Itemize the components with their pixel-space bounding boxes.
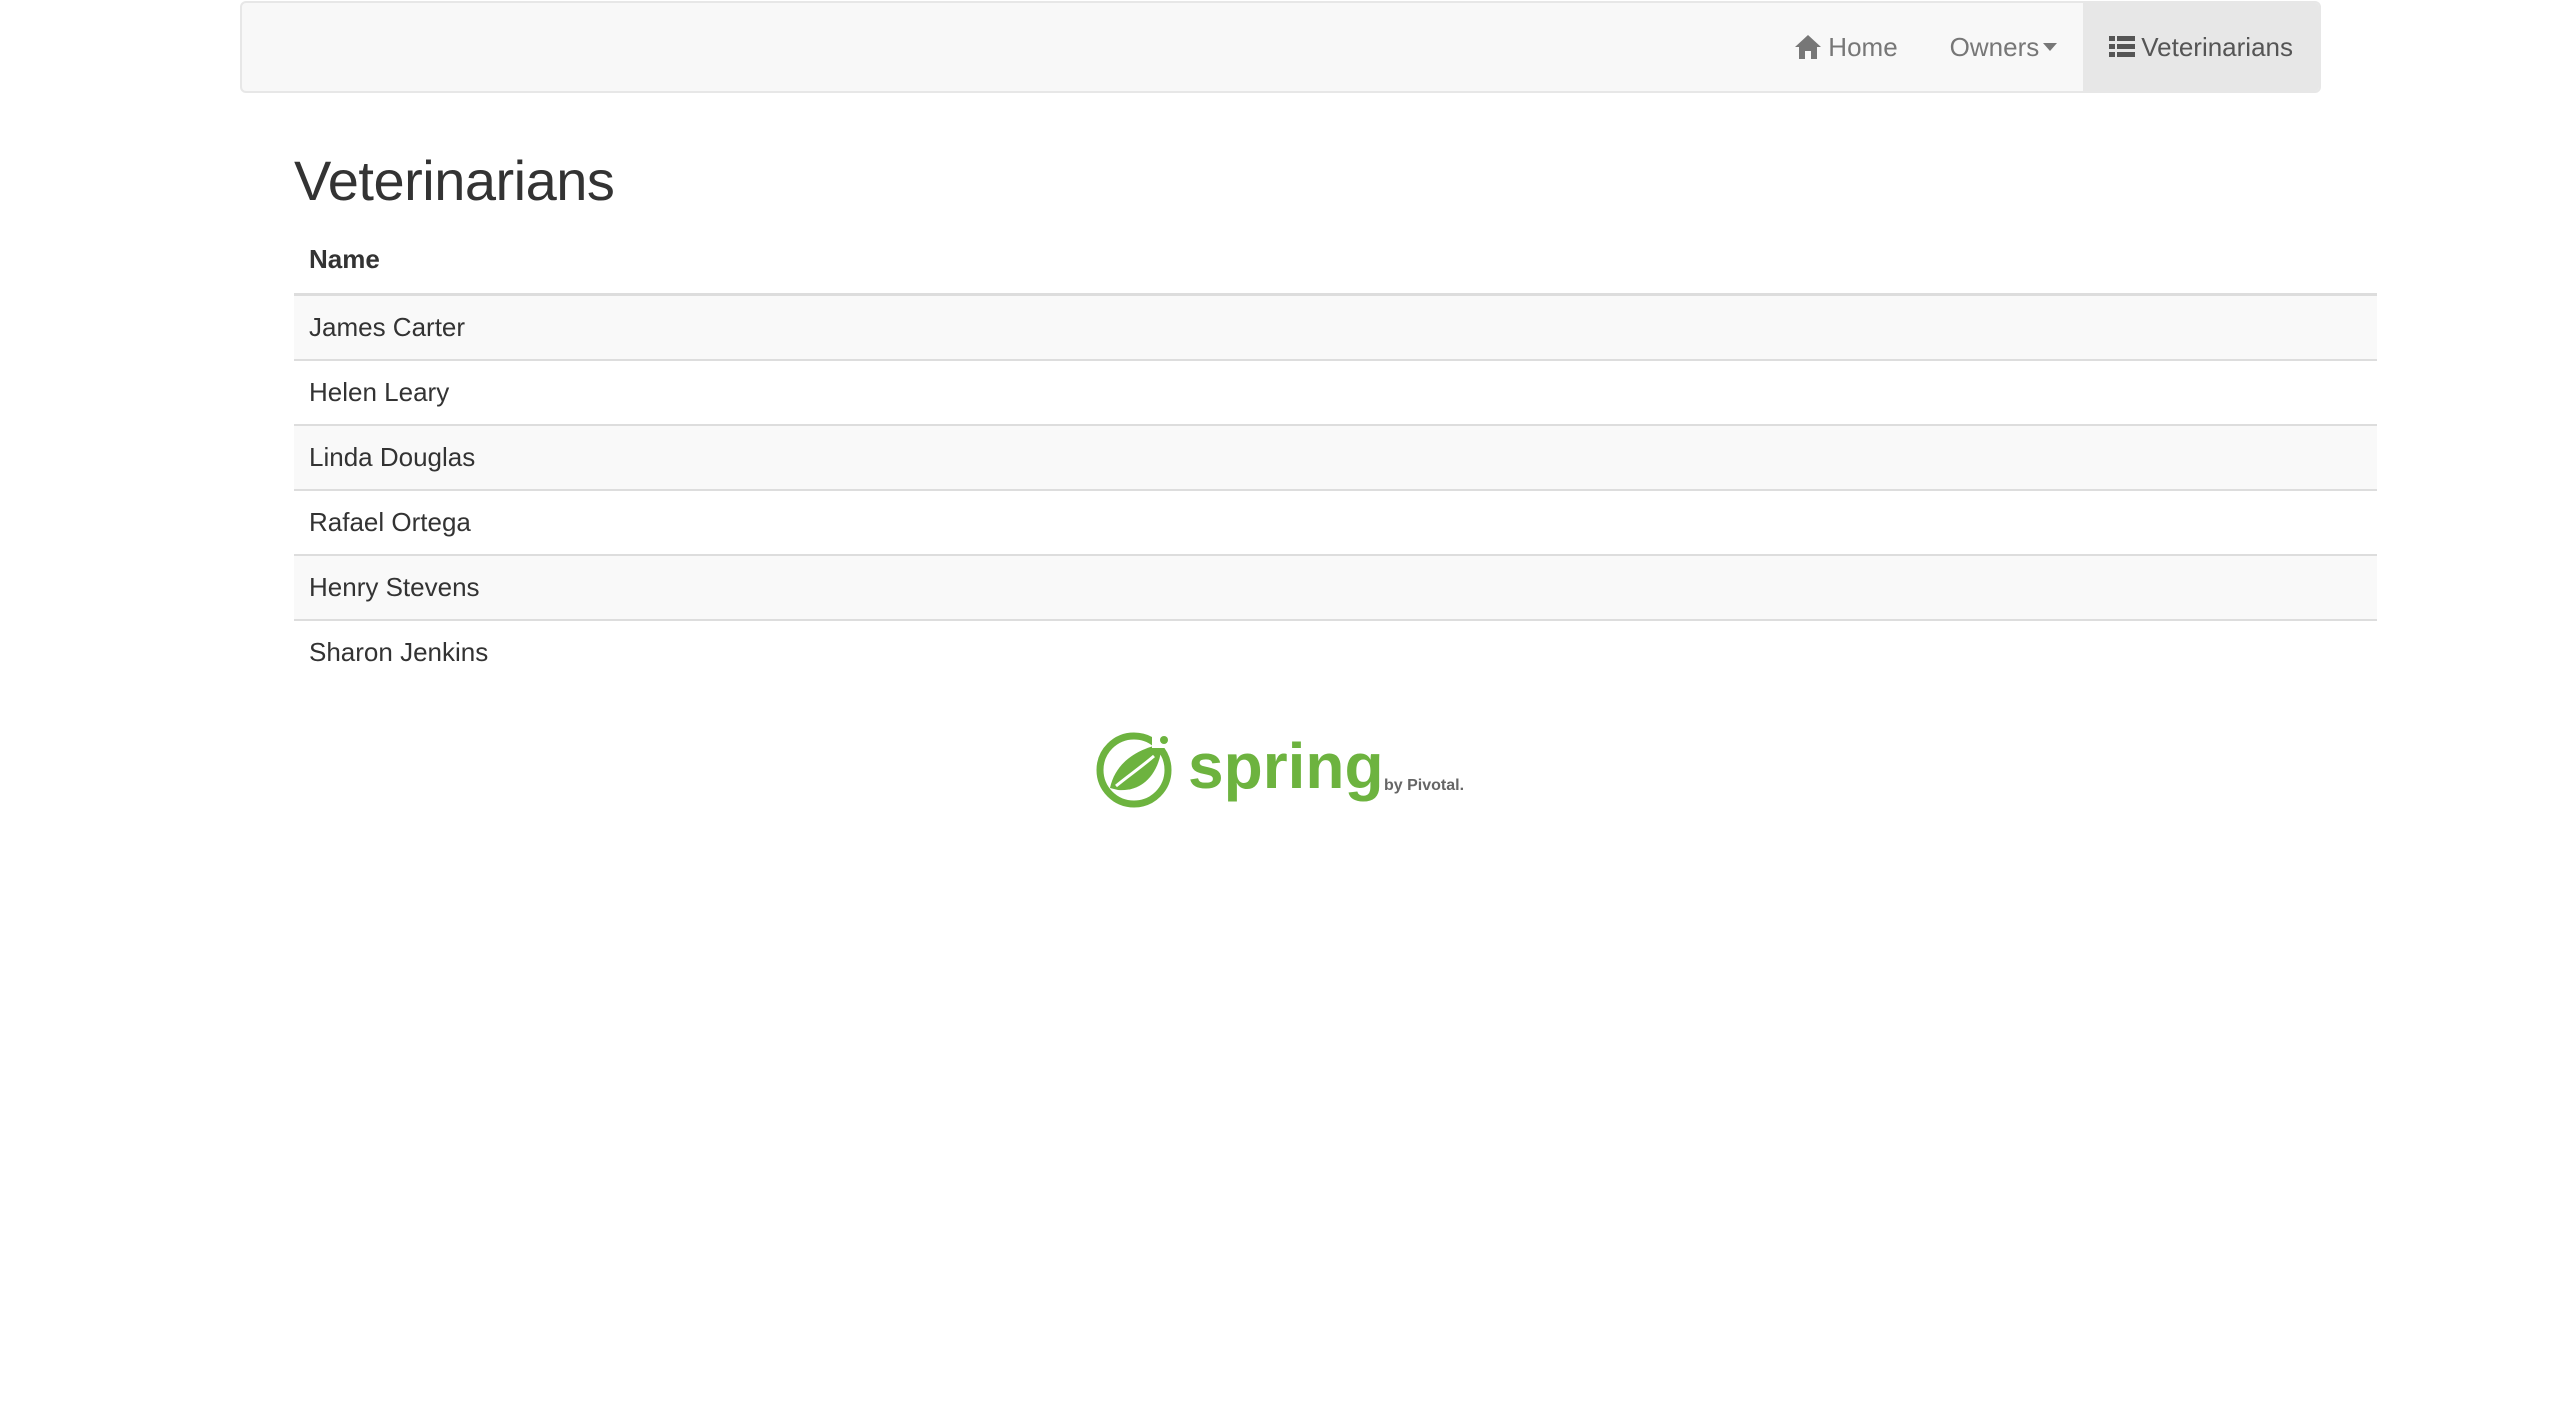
vet-name-cell: James Carter xyxy=(294,294,2377,360)
table-row: James Carter xyxy=(294,294,2377,360)
vet-name-cell: Helen Leary xyxy=(294,358,2377,425)
pivotal-logo-text: by Pivotal. xyxy=(1384,777,1464,794)
nav-home-link[interactable]: Home xyxy=(1768,3,1923,91)
nav-veterinarians-label: Veterinarians xyxy=(2141,31,2293,62)
table-row: Linda Douglas xyxy=(294,423,2377,490)
footer: spring by Pivotal. xyxy=(0,730,2561,810)
table-row: Rafael Ortega xyxy=(294,488,2377,555)
nav-owners-dropdown[interactable]: Owners xyxy=(1924,3,2084,91)
list-icon xyxy=(2109,35,2136,59)
table-header-row: Name xyxy=(294,229,2377,296)
page: Home Owners Veterinarians Veterinarians … xyxy=(0,0,2561,1423)
table-row: Sharon Jenkins xyxy=(294,618,2377,684)
column-header-name: Name xyxy=(294,229,2377,296)
veterinarians-table: Name James Carter Helen Leary Linda Doug… xyxy=(294,229,2377,684)
home-icon xyxy=(1794,34,1822,60)
vet-name-cell: Sharon Jenkins xyxy=(294,618,2377,684)
spring-logo: spring by Pivotal. xyxy=(1096,730,1464,808)
table-row: Henry Stevens xyxy=(294,553,2377,620)
main-content: Veterinarians Name James Carter Helen Le… xyxy=(294,150,2377,684)
spring-leaf-icon xyxy=(1096,732,1171,808)
nav-veterinarians-link[interactable]: Veterinarians xyxy=(2083,3,2319,91)
spring-logo-text: spring xyxy=(1188,730,1384,802)
navbar: Home Owners Veterinarians xyxy=(240,1,2321,93)
vet-name-cell: Rafael Ortega xyxy=(294,488,2377,555)
page-title: Veterinarians xyxy=(294,149,615,212)
nav-owners-label: Owners xyxy=(1949,31,2040,62)
nav-home-label: Home xyxy=(1828,31,1898,62)
caret-down-icon xyxy=(2043,43,2058,51)
vet-name-cell: Henry Stevens xyxy=(294,553,2377,620)
vet-name-cell: Linda Douglas xyxy=(294,423,2377,490)
table-row: Helen Leary xyxy=(294,358,2377,425)
nav-menu: Home Owners Veterinarians xyxy=(1768,3,2319,91)
